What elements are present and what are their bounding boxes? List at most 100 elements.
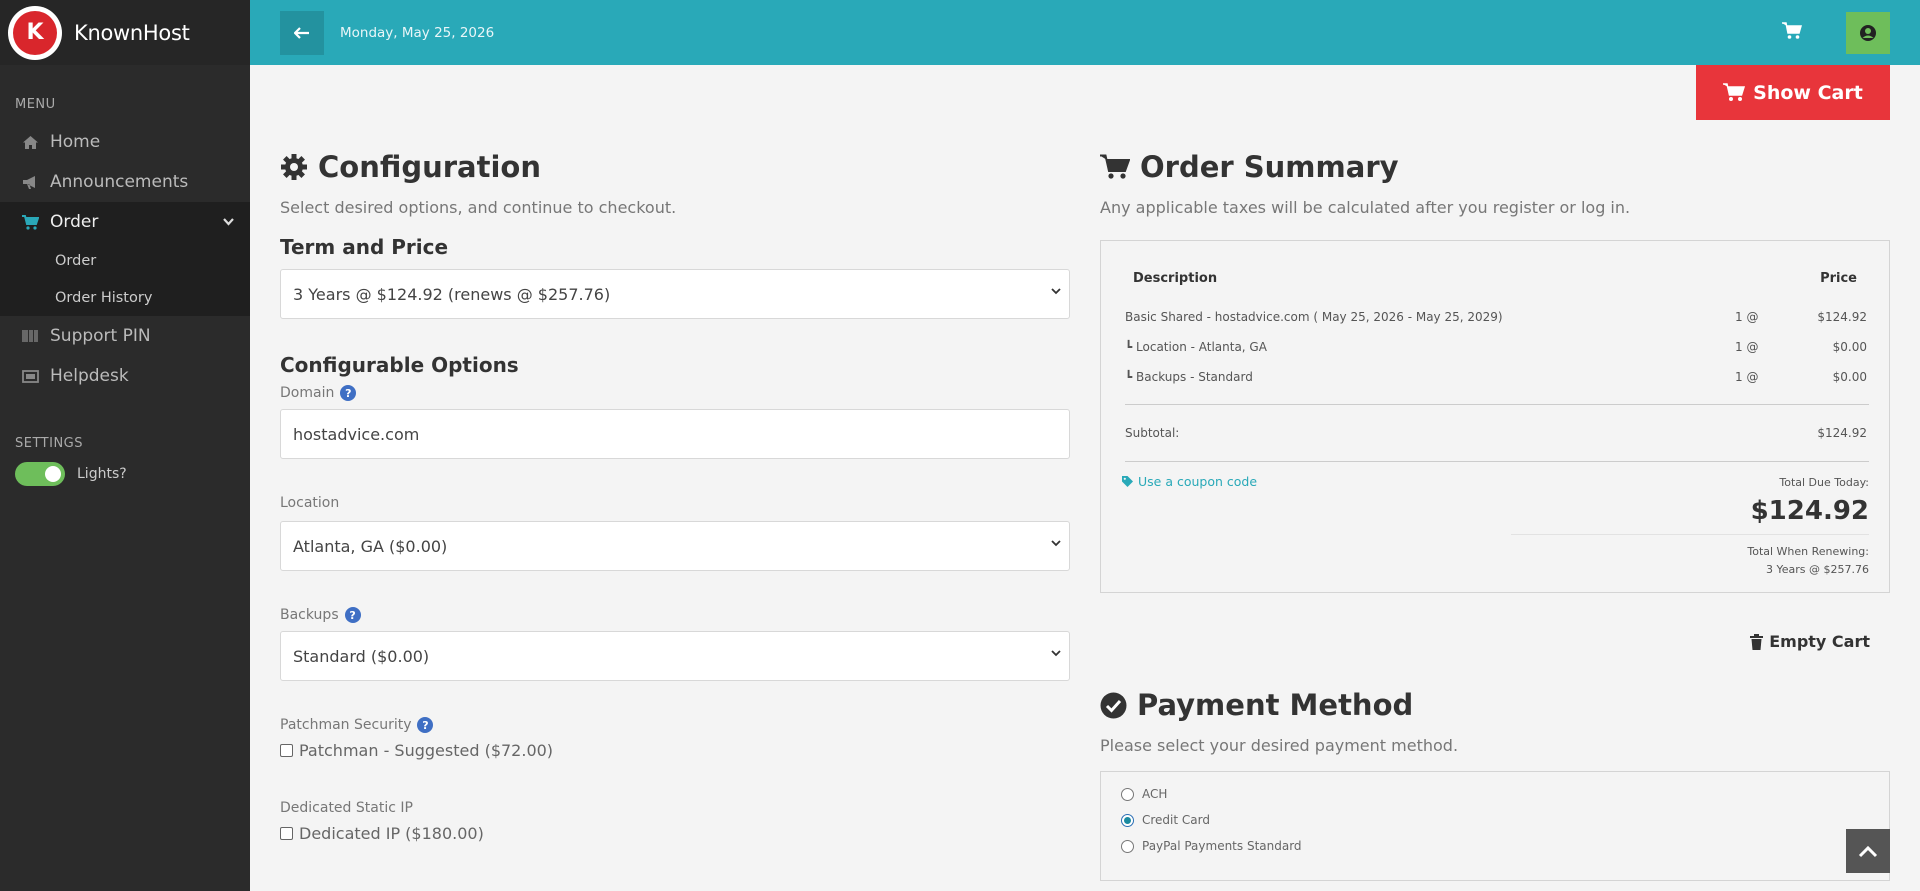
payment-option-credit-card[interactable]: Credit Card	[1121, 813, 1210, 827]
sidebar-item-announcements[interactable]: Announcements	[0, 162, 250, 202]
ach-radio[interactable]	[1121, 787, 1134, 801]
check-circle-icon	[1100, 692, 1127, 718]
user-account-button[interactable]	[1846, 12, 1890, 54]
show-cart-button[interactable]: Show Cart	[1696, 65, 1890, 120]
sidebar-item-support-pin[interactable]: Support PIN	[0, 316, 250, 356]
chevron-down-icon	[223, 215, 234, 230]
location-select[interactable]: Atlanta, GA ($0.00)	[280, 521, 1070, 571]
empty-cart-label: Empty Cart	[1769, 632, 1870, 651]
static-ip-checkbox[interactable]	[280, 827, 293, 840]
order-summary-panel: Order Summary Any applicable taxes will …	[1100, 150, 1890, 217]
payment-method-title: Payment Method	[1137, 688, 1414, 722]
brand-name: KnownHost	[74, 20, 190, 45]
term-price-select[interactable]: 3 Years @ $124.92 (renews @ $257.76)	[280, 269, 1070, 319]
configurable-options-title: Configurable Options	[280, 353, 519, 377]
total-due-label: Total Due Today:	[1779, 476, 1869, 489]
static-ip-option-label: Dedicated IP ($180.00)	[299, 824, 484, 843]
divider	[1125, 461, 1869, 462]
term-price-title: Term and Price	[280, 235, 449, 259]
payment-options: ACH Credit Card PayPal Payments Standard	[1100, 771, 1890, 881]
static-ip-option[interactable]: Dedicated IP ($180.00)	[280, 824, 1070, 843]
sidebar-item-home[interactable]: Home	[0, 122, 250, 162]
tag-icon	[1122, 476, 1133, 487]
gear-icon	[281, 154, 307, 180]
help-icon[interactable]: ?	[340, 385, 357, 401]
paypal-radio[interactable]	[1121, 839, 1134, 853]
order-submenu: Order Order History	[0, 242, 250, 316]
subtotal-value: $124.92	[1817, 426, 1867, 440]
cart-icon	[20, 214, 40, 230]
chevron-down-icon	[1051, 540, 1061, 547]
line-item-description: Basic Shared - hostadvice.com ( May 25, …	[1125, 310, 1503, 324]
payment-method-subtitle: Please select your desired payment metho…	[1100, 736, 1459, 755]
sidebar-item-label: Support PIN	[50, 326, 151, 346]
payment-option-label: Credit Card	[1142, 813, 1210, 827]
knownhost-logo-icon: K	[8, 5, 62, 60]
sidebar-item-label: Home	[50, 132, 101, 152]
current-date: Monday, May 25, 2026	[340, 24, 495, 41]
brand[interactable]: K KnownHost	[0, 0, 250, 65]
divider	[1511, 534, 1869, 535]
empty-cart-button[interactable]: Empty Cart	[1750, 632, 1870, 651]
lights-label: Lights?	[77, 466, 127, 482]
order-summary-table: Description Price Basic Shared - hostadv…	[1100, 240, 1890, 593]
arrow-left-icon	[294, 26, 309, 39]
credit-card-radio[interactable]	[1121, 813, 1134, 827]
back-button[interactable]	[280, 10, 324, 55]
sidebar-item-order[interactable]: Order	[0, 202, 250, 242]
barcode-icon	[20, 329, 40, 343]
sidebar-item-label: Helpdesk	[50, 366, 129, 386]
payment-option-ach[interactable]: ACH	[1121, 787, 1167, 801]
payment-option-paypal[interactable]: PayPal Payments Standard	[1121, 839, 1302, 853]
sidebar-subitem-order[interactable]: Order	[0, 242, 250, 279]
backups-label-text: Backups	[280, 607, 339, 623]
chevron-down-icon	[1051, 650, 1061, 657]
sidebar: K KnownHost MENU Home Announcements Orde…	[0, 0, 250, 891]
divider	[1125, 404, 1869, 405]
line-item-description: ┗ Backups - Standard	[1125, 370, 1253, 384]
configuration-title: Configuration	[318, 150, 541, 184]
sidebar-subitem-order-history[interactable]: Order History	[0, 279, 250, 316]
top-bar: Monday, May 25, 2026	[250, 0, 1920, 65]
domain-label-text: Domain	[280, 385, 335, 401]
line-item-price: $0.00	[1832, 370, 1867, 384]
domain-input[interactable]: hostadvice.com	[280, 409, 1070, 459]
patchman-checkbox[interactable]	[280, 744, 293, 757]
renew-label: Total When Renewing:	[1747, 545, 1869, 558]
payment-option-label: ACH	[1142, 787, 1168, 801]
home-icon	[20, 135, 40, 150]
renew-value: 3 Years @ $257.76	[1766, 563, 1869, 576]
order-summary-subtitle: Any applicable taxes will be calculated …	[1100, 198, 1631, 217]
coupon-label: Use a coupon code	[1138, 474, 1258, 489]
cart-icon[interactable]	[1782, 22, 1802, 44]
location-label-text: Location	[280, 495, 340, 511]
backups-label: Backups ?	[280, 607, 1070, 623]
domain-value: hostadvice.com	[293, 424, 420, 444]
location-label: Location	[280, 495, 1070, 511]
payment-option-label: PayPal Payments Standard	[1142, 839, 1302, 853]
line-item-qty: 1 @	[1735, 340, 1759, 354]
payment-method-heading: Payment Method	[1100, 688, 1890, 722]
location-value: Atlanta, GA ($0.00)	[293, 536, 448, 556]
static-ip-label-text: Dedicated Static IP	[280, 800, 413, 816]
help-icon[interactable]: ?	[417, 717, 434, 733]
order-summary-heading: Order Summary	[1100, 150, 1890, 184]
cart-icon	[1100, 154, 1130, 179]
coupon-link[interactable]: Use a coupon code	[1121, 474, 1257, 489]
line-item-price: $0.00	[1832, 340, 1867, 354]
user-circle-icon	[1860, 25, 1876, 41]
configuration-panel: Configuration Select desired options, an…	[280, 150, 1070, 843]
patchman-label-text: Patchman Security	[280, 717, 412, 733]
patchman-option-label: Patchman - Suggested ($72.00)	[299, 741, 554, 760]
description-header: Description	[1133, 271, 1218, 286]
help-icon[interactable]: ?	[344, 607, 361, 623]
line-item-description: ┗ Location - Atlanta, GA	[1125, 340, 1267, 354]
lights-toggle[interactable]	[15, 462, 65, 486]
scroll-to-top-button[interactable]	[1846, 829, 1890, 873]
sidebar-item-helpdesk[interactable]: Helpdesk	[0, 356, 250, 396]
payment-method-panel: Payment Method Please select your desire…	[1100, 688, 1890, 755]
backups-select[interactable]: Standard ($0.00)	[280, 631, 1070, 681]
price-header: Price	[1820, 271, 1857, 286]
patchman-option[interactable]: Patchman - Suggested ($72.00)	[280, 741, 1070, 760]
subtotal-label: Subtotal:	[1125, 426, 1180, 440]
